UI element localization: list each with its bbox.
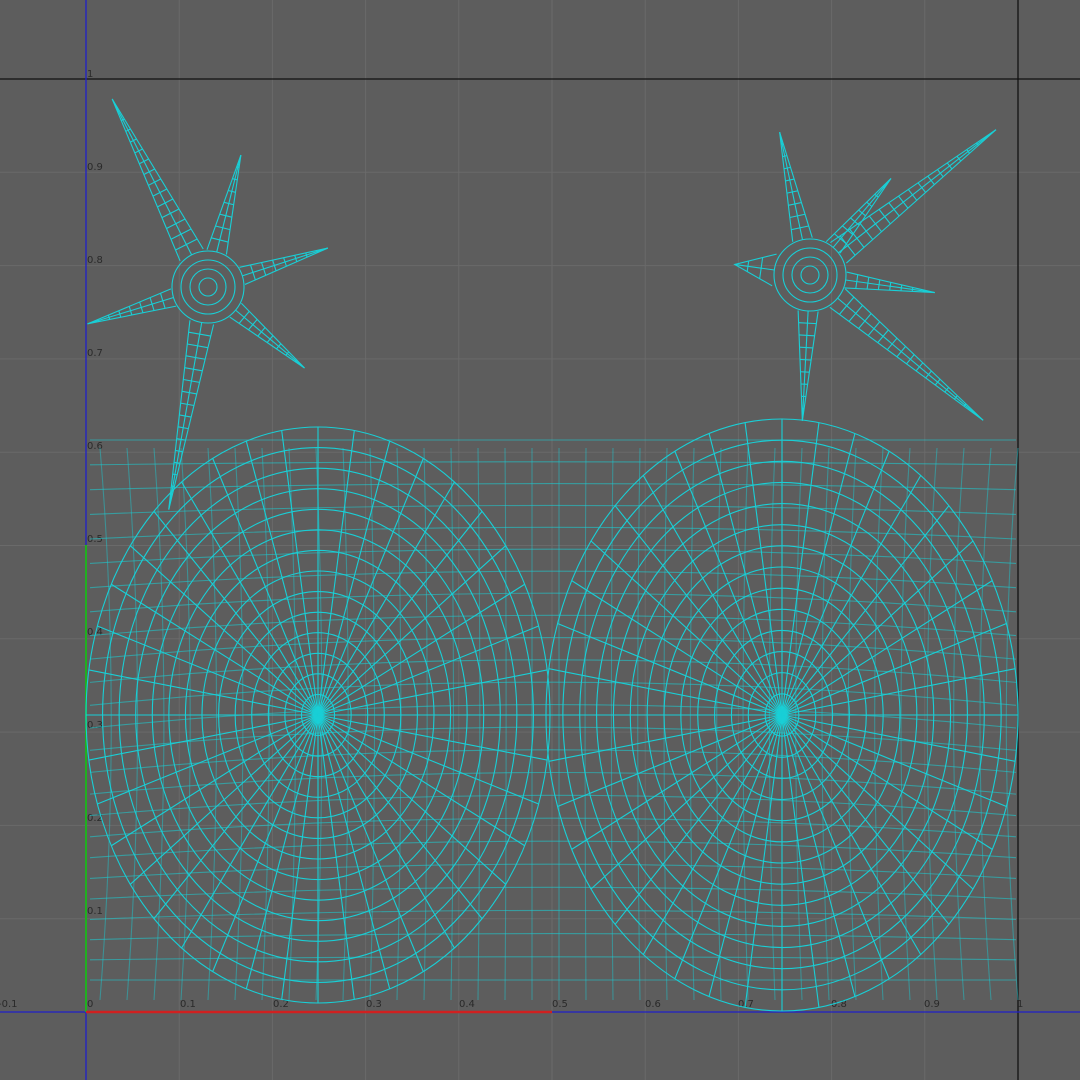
wire-arm-outline — [779, 132, 813, 242]
wire-spoke — [548, 668, 783, 716]
wire-spoke — [88, 669, 319, 716]
wire-ring — [791, 256, 829, 294]
wire-spoke — [317, 583, 526, 716]
wire-flow-line — [89, 461, 1017, 466]
v-tick-label: 0.3 — [87, 720, 103, 731]
wire-spoke — [317, 714, 526, 847]
u-tick-label: 0.4 — [459, 999, 475, 1010]
wire-spoke — [88, 714, 319, 761]
v-tick-label: 1 — [87, 69, 93, 80]
v-tick-label: 0.7 — [87, 348, 103, 359]
wire-flow-line — [89, 614, 1017, 637]
wire-flow-line — [900, 447, 911, 1001]
wire-spoke — [781, 714, 1007, 807]
v-tick-label: 0.1 — [87, 906, 103, 917]
star-shell-right[interactable] — [733, 129, 997, 421]
wire-ring — [773, 238, 847, 312]
u-tick-label: 0.5 — [552, 999, 568, 1010]
uv-editor-viewport[interactable]: -0.1 0 0.1 0.2 0.3 0.4 0.5 0.6 0.7 0.8 0… — [0, 0, 1080, 1080]
wire-flow-line — [89, 504, 1017, 515]
wire-flow-line — [207, 447, 218, 1001]
wire-arm-spine — [242, 247, 329, 277]
wire-flow-line — [89, 956, 1017, 961]
wire-flow-line — [89, 794, 1017, 817]
wire-spoke — [781, 714, 993, 850]
u-tick-label: 0 — [87, 999, 93, 1010]
wire-spoke — [781, 505, 950, 716]
wire-flow-line — [89, 483, 1017, 491]
wire-ring — [198, 277, 218, 297]
wire-flow-line — [637, 447, 641, 1001]
wire-spoke — [317, 714, 391, 990]
v-tick-label: 0.8 — [87, 255, 103, 266]
wire-spoke — [781, 580, 993, 716]
wire-ring — [180, 259, 236, 315]
wire-spoke — [317, 440, 391, 716]
u-tick-label: -0.1 — [0, 999, 18, 1010]
u-tick-label: 0.9 — [924, 999, 940, 1010]
u-tick-labels: -0.1 0 0.1 0.2 0.3 0.4 0.5 0.6 0.7 0.8 0… — [0, 999, 1023, 1010]
wire-arm-outline — [87, 288, 177, 325]
wire-spoke — [781, 422, 820, 716]
wire-arm-outline — [797, 310, 819, 421]
wire-spoke — [781, 451, 890, 716]
wire-spoke — [317, 669, 548, 716]
wire-ring — [189, 268, 227, 306]
wire-ring — [171, 250, 245, 324]
wire-spoke — [153, 511, 319, 716]
wire-spoke — [744, 422, 783, 716]
wire-flow-line — [610, 447, 614, 1001]
u-tick-label: 0.6 — [645, 999, 661, 1010]
wire-arm-spine — [87, 296, 174, 325]
star-shell-left[interactable] — [87, 98, 329, 510]
u-tick-label: 0.1 — [180, 999, 196, 1010]
u-tick-label: 0.3 — [366, 999, 382, 1010]
wire-spoke — [614, 505, 783, 716]
wire-arm-outline — [239, 247, 329, 285]
wire-flow-line — [89, 704, 1017, 729]
wire-spoke — [548, 714, 783, 762]
wire-arm-outline — [733, 253, 777, 287]
wire-arm-outline — [206, 154, 242, 255]
wire-arm-outline — [111, 98, 204, 262]
u-tick-label: 1 — [1017, 999, 1023, 1010]
wire-ring — [782, 247, 838, 303]
wire-arm-spine — [111, 98, 193, 256]
v-tick-label: 0.5 — [87, 534, 103, 545]
wire-flow-line — [89, 909, 1017, 920]
v-tick-label: 0.9 — [87, 162, 103, 173]
wire-ring — [800, 265, 820, 285]
wire-spoke — [317, 430, 355, 716]
wire-arm-spine — [168, 322, 203, 510]
wire-spoke — [317, 458, 424, 716]
v-tick-labels: 1 0.9 0.8 0.7 0.6 0.5 0.4 0.3 0.2 0.1 — [87, 69, 103, 917]
wire-flow-line — [477, 447, 481, 1001]
wire-flow-line — [874, 447, 884, 1001]
wire-arm-spine — [838, 129, 997, 254]
wire-spoke — [281, 430, 319, 716]
wire-flow-line — [89, 681, 1017, 706]
wire-flow-line — [979, 447, 992, 1001]
wire-flow-line — [716, 447, 722, 1001]
uv-grid — [0, 0, 1080, 1080]
wire-spoke — [317, 714, 548, 761]
wire-flow-line — [89, 526, 1017, 540]
wire-flow-line — [261, 447, 270, 1001]
uv-canvas[interactable]: -0.1 0 0.1 0.2 0.3 0.4 0.5 0.6 0.7 0.8 0… — [0, 0, 1080, 1080]
wire-flow-line — [89, 726, 1017, 751]
wire-arm-outline — [168, 320, 215, 510]
wire-flow-line — [504, 447, 507, 1001]
wire-spoke — [781, 433, 856, 716]
wire-spoke — [317, 714, 355, 1000]
wire-spoke — [212, 458, 319, 716]
wire-flow-line — [1005, 447, 1019, 1001]
wire-flow-line — [584, 447, 587, 1001]
wire-flow-line — [450, 447, 455, 1001]
wire-spoke — [571, 714, 783, 850]
wire-spoke — [744, 714, 783, 1008]
wire-spoke — [571, 580, 783, 716]
